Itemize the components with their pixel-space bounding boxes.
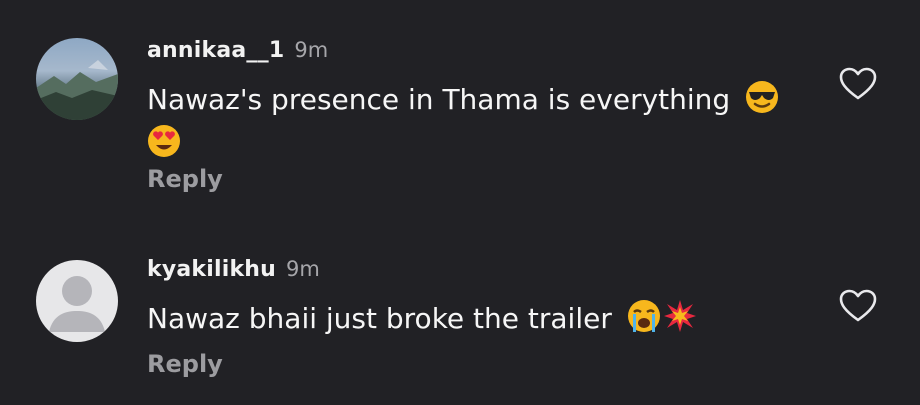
avatar[interactable]	[36, 38, 118, 120]
loudly-crying-face-emoji	[627, 299, 661, 343]
like-heart-icon[interactable]	[838, 66, 878, 102]
comment-item: annikaa__1 9m Nawaz's presence in Thama …	[0, 0, 920, 215]
timestamp: 9m	[294, 38, 329, 62]
reply-button[interactable]: Reply	[147, 165, 223, 193]
username[interactable]: annikaa__1	[147, 38, 284, 63]
comment-text: Nawaz's presence in Thama is everything	[147, 80, 797, 168]
like-heart-icon[interactable]	[838, 288, 878, 324]
smiling-face-with-sunglasses-emoji	[745, 80, 779, 124]
avatar[interactable]	[36, 260, 118, 342]
smiling-face-with-heart-eyes-emoji	[147, 124, 181, 168]
username[interactable]: kyakilikhu	[147, 257, 276, 282]
comment-item: kyakilikhu 9m Nawaz bhaii just broke the…	[0, 215, 920, 405]
collision-emoji	[663, 299, 697, 343]
comment-text: Nawaz bhaii just broke the trailer	[147, 299, 797, 343]
reply-button[interactable]: Reply	[147, 350, 223, 378]
timestamp: 9m	[286, 257, 320, 281]
